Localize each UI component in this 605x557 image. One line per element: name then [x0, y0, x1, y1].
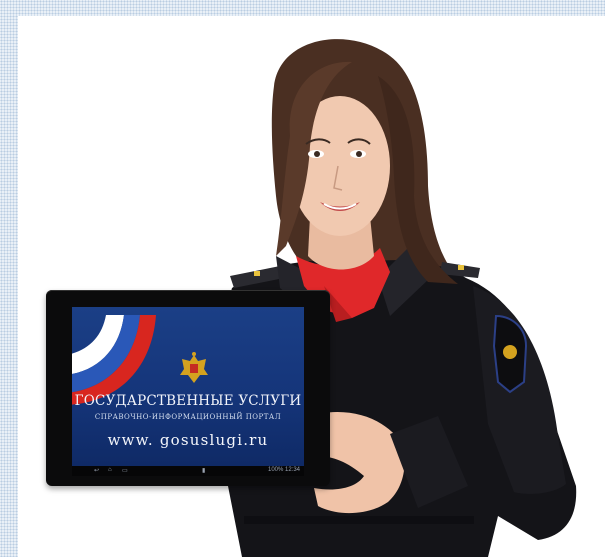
- home-icon: ⌂: [108, 467, 112, 473]
- russian-flag-ribbon-icon: [72, 315, 156, 405]
- page-border-left: [0, 0, 18, 557]
- tablet-screen: ГОСУДАРСТВЕННЫЕ УСЛУГИ СПРАВОЧНО-ИНФОРМА…: [72, 307, 304, 466]
- tablet-status-bar: ↩ ⌂ ▭ ▮ 100% 12:34: [72, 466, 304, 476]
- battery-icon: ▮: [202, 468, 206, 474]
- portal-url: www. gosuslugi.ru: [107, 431, 269, 449]
- recent-apps-icon: ▭: [122, 468, 128, 474]
- page-border-top: [0, 0, 605, 16]
- coat-of-arms-icon: [180, 352, 208, 383]
- battery-level: 100%: [268, 467, 284, 473]
- portal-subtitle: СПРАВОЧНО-ИНФОРМАЦИОННЫЙ ПОРТАЛ: [94, 413, 282, 421]
- back-icon: ↩: [94, 468, 100, 474]
- status-time: 12:34: [284, 467, 300, 473]
- portal-title: ГОСУДАРСТВЕННЫЕ УСЛУГИ: [74, 393, 302, 409]
